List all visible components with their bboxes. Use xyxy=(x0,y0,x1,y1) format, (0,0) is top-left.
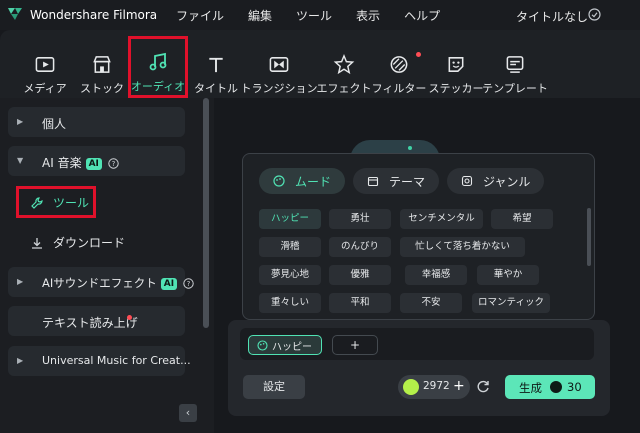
tab-effect[interactable]: エフェクト xyxy=(317,38,372,96)
chip-sentimental[interactable]: センチメンタル xyxy=(400,209,483,229)
svg-text:?: ? xyxy=(187,280,191,288)
sidebar-item-ai-music[interactable]: ▼ AI 音楽 AI? xyxy=(8,146,185,176)
chip-euphoric[interactable]: 幸福感 xyxy=(405,265,467,285)
help-icon[interactable]: ? xyxy=(108,158,119,169)
audio-sidebar: ▶ 個人 ▼ AI 音楽 AI? ツール ダウンロード ▶ AIサウンドエフェクト… xyxy=(0,98,214,433)
chip-gorgeous[interactable]: 華やか xyxy=(477,265,539,285)
stock-icon xyxy=(93,56,111,73)
credits-badge[interactable]: 2972 + xyxy=(398,375,470,399)
tab-media[interactable]: メディア xyxy=(22,38,68,96)
chip-dreamy[interactable]: 夢見心地 xyxy=(259,265,321,285)
tab-genre[interactable]: ジャンル xyxy=(447,168,545,194)
ai-badge: AI xyxy=(160,277,178,290)
ai-sound-label: AIサウンドエフェクト xyxy=(42,276,157,290)
orb-glow xyxy=(408,146,412,150)
refresh-icon[interactable] xyxy=(476,379,490,393)
chip-uneasy[interactable]: 不安 xyxy=(400,293,462,313)
add-credits-icon[interactable]: + xyxy=(453,378,465,394)
audio-icon xyxy=(149,52,167,71)
chip-leisurely[interactable]: のんびり xyxy=(329,237,391,257)
popup-tabs: ムード テーマ ジャンル xyxy=(259,168,552,194)
tab-template[interactable]: テンプレート xyxy=(482,38,548,96)
tab-mood[interactable]: ムード xyxy=(259,168,346,194)
title-bar: Wondershare Filmora ファイル 編集 ツール 表示 ヘルプ タ… xyxy=(0,0,640,30)
sidebar-item-download[interactable]: ダウンロード xyxy=(30,234,125,251)
filter-icon xyxy=(390,56,408,73)
tts-notification-dot xyxy=(127,315,132,320)
ai-badge: AI xyxy=(85,157,102,170)
menu-edit[interactable]: 編集 xyxy=(248,7,272,24)
selected-tag-happy[interactable]: ハッピー xyxy=(248,335,322,355)
credit-coin-icon xyxy=(403,379,419,395)
chip-romantic[interactable]: ロマンティック xyxy=(472,293,550,313)
sidebar-item-universal-music[interactable]: ▶ Universal Music for Creat... xyxy=(8,346,191,376)
chevron-right-icon: ▶ xyxy=(17,277,24,286)
collapse-sidebar-button[interactable]: ‹ xyxy=(179,404,197,422)
sidebar-item-personal[interactable]: ▶ 個人 xyxy=(8,107,185,137)
tab-filter[interactable]: フィルター xyxy=(372,38,426,96)
filter-notification-dot xyxy=(416,52,421,57)
menu-file[interactable]: ファイル xyxy=(176,7,224,24)
genre-icon xyxy=(461,175,473,187)
chip-happy[interactable]: ハッピー xyxy=(259,209,321,229)
ai-music-label: AI 音楽 xyxy=(42,156,82,170)
chevron-right-icon: ▶ xyxy=(17,356,24,365)
help-icon[interactable]: ? xyxy=(183,278,194,289)
palette-icon xyxy=(273,175,285,187)
chip-heroic[interactable]: 勇壮 xyxy=(329,209,391,229)
tool-highlight-box xyxy=(16,186,96,218)
mood-selector-popup: ムード テーマ ジャンル ハッピー 勇壮 センチメンタル 希望 滑稽 のんびり … xyxy=(242,153,595,320)
app-title: Wondershare Filmora xyxy=(30,8,158,22)
tab-stock[interactable]: ストック xyxy=(80,38,124,96)
tab-title[interactable]: タイトル xyxy=(194,38,238,96)
transition-icon xyxy=(269,57,289,72)
chip-restless[interactable]: 忙しくて落ち着かない xyxy=(400,237,525,257)
download-icon xyxy=(32,237,42,249)
tab-transition[interactable]: トランジション xyxy=(241,38,318,96)
generate-button[interactable]: 生成 30 xyxy=(505,375,595,399)
project-title[interactable]: タイトルなし xyxy=(516,8,588,25)
asset-toolbar: メディア ストック オーディオ タイトル トランジション エフェクト フィルター… xyxy=(0,30,640,98)
generate-label: 生成 xyxy=(519,381,542,395)
popup-scrollbar[interactable] xyxy=(587,208,591,266)
media-icon xyxy=(35,57,55,72)
sidebar-scrollbar[interactable] xyxy=(203,98,209,328)
menu-help[interactable]: ヘルプ xyxy=(404,7,440,24)
chip-comical[interactable]: 滑稽 xyxy=(259,237,321,257)
tab-theme[interactable]: テーマ xyxy=(353,168,440,194)
chip-elegant[interactable]: 優雅 xyxy=(329,265,391,285)
palette-icon xyxy=(257,339,268,351)
chevron-right-icon: ▶ xyxy=(17,117,24,126)
generate-panel: ハッピー + 設定 2972 + 生成 30 xyxy=(228,320,610,416)
settings-button[interactable]: 設定 xyxy=(243,375,305,399)
calendar-icon xyxy=(367,176,379,187)
check-circle-icon[interactable] xyxy=(588,8,601,21)
chip-solemn[interactable]: 重々しい xyxy=(259,293,321,313)
chevron-down-icon: ▼ xyxy=(17,156,24,165)
sidebar-item-ai-sound-effect[interactable]: ▶ AIサウンドエフェクト AI? xyxy=(8,267,194,297)
tab-sticker[interactable]: ステッカー xyxy=(429,38,484,96)
chip-hope[interactable]: 希望 xyxy=(491,209,553,229)
template-icon xyxy=(506,56,524,73)
title-icon xyxy=(209,57,223,73)
tab-audio[interactable]: オーディオ xyxy=(128,36,188,98)
menu-view[interactable]: 表示 xyxy=(356,7,380,24)
sticker-icon xyxy=(448,57,464,72)
tag-input-row[interactable]: ハッピー + xyxy=(240,328,594,360)
add-tag-button[interactable]: + xyxy=(332,335,378,355)
menu-tools[interactable]: ツール xyxy=(296,7,332,24)
credits-count: 2972 xyxy=(423,380,450,392)
effect-icon xyxy=(333,54,355,75)
credit-icon xyxy=(550,381,562,393)
menu-bar: ファイル 編集 ツール 表示 ヘルプ xyxy=(176,7,464,24)
sidebar-item-text-to-speech[interactable]: テキスト読み上げ xyxy=(8,306,185,336)
chip-peaceful[interactable]: 平和 xyxy=(329,293,391,313)
filmora-logo-icon xyxy=(8,8,22,20)
generate-cost: 30 xyxy=(567,380,582,394)
svg-text:?: ? xyxy=(112,160,116,168)
